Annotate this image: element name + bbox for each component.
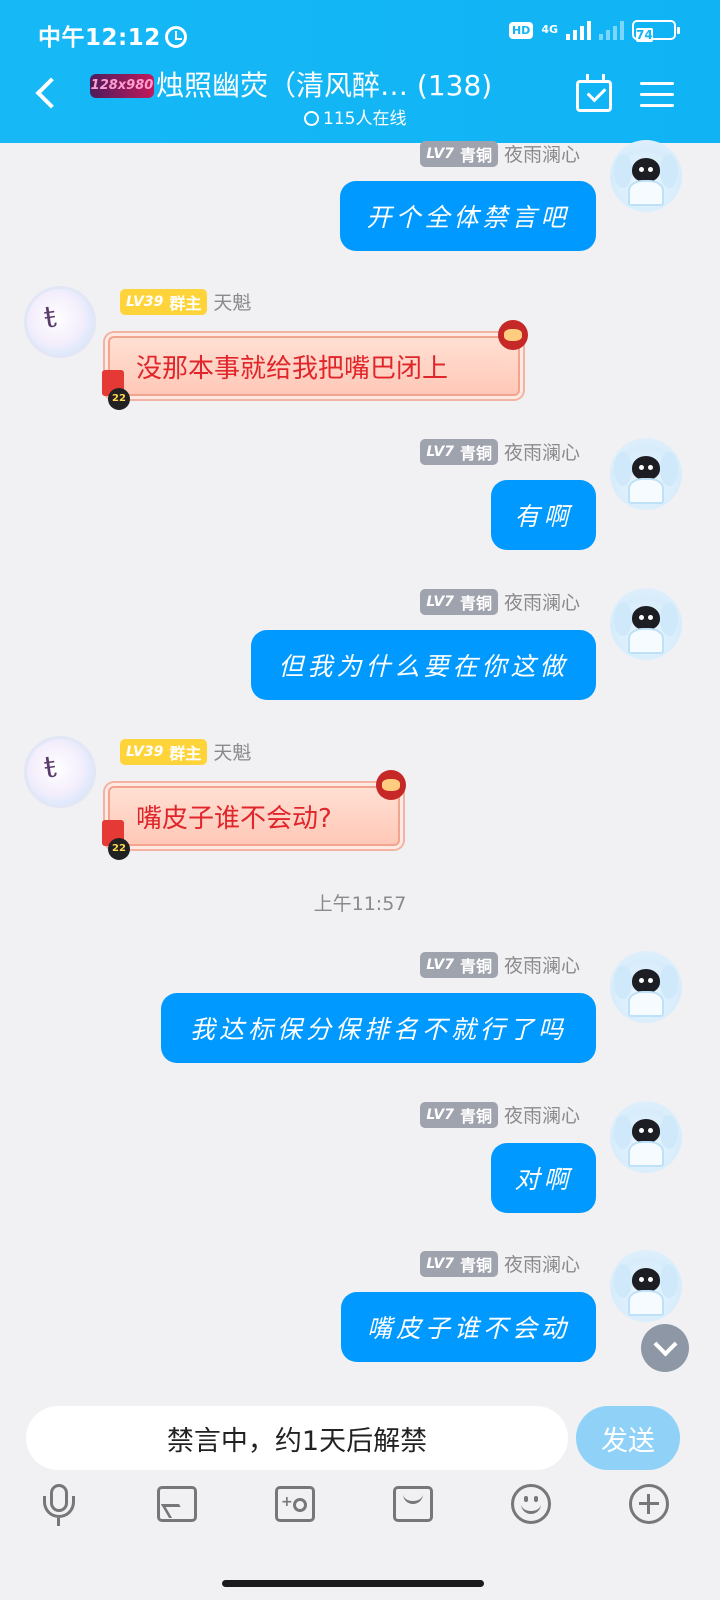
level-badge: LV7 青铜 [420,1101,498,1128]
sender-name: 天魁 [213,742,252,764]
message-bubble[interactable]: 嘴皮子谁不会动 [341,1292,596,1362]
message-bubble[interactable]: 没那本事就给我把嘴巴闭上 [108,336,520,396]
sender-name: 天魁 [213,292,252,314]
group-title[interactable]: 烛照幽荧（清风醉… (138) [156,64,492,104]
sender-name: 夜雨澜心 [503,442,580,464]
chat-header: 中午12:12 HD 4G 74 128x980 烛照幽荧（清风醉… (138)… [0,0,720,143]
online-count: 115人在线 [304,104,406,129]
status-time: 中午12:12 [38,18,187,52]
sender-name: 夜雨澜心 [503,955,580,977]
sender-name: 夜雨澜心 [503,1254,580,1276]
emoji-icon[interactable] [509,1482,553,1526]
avatar[interactable] [610,1250,682,1322]
sender-name: 夜雨澜心 [503,1105,580,1127]
level-badge: LV7 青铜 [420,1250,498,1277]
signal-icon [566,20,591,40]
avatar[interactable] [610,1101,682,1173]
number-deco-icon: 22 [108,838,130,860]
group-badge: 128x980 [90,74,154,98]
message-bubble[interactable]: 但我为什么要在你这做 [251,630,596,700]
avatar[interactable] [610,140,682,212]
status-indicators: HD 4G 74 [508,20,680,42]
calendar-checkin-icon[interactable] [576,74,612,112]
send-button[interactable]: 发送 [576,1406,680,1470]
avatar[interactable]: ŧ [24,286,96,358]
number-deco-icon: 22 [108,388,130,410]
mic-icon[interactable] [37,1482,81,1526]
level-badge: LV7 青铜 [420,140,498,167]
avatar[interactable]: ŧ [24,736,96,808]
level-badge: LV39 群主 [120,738,208,765]
sender-meta: LV7 青铜 夜雨澜心 [420,1250,580,1277]
sender-meta: LV39 群主 天魁 [120,738,251,765]
message-bubble[interactable]: 我达标保分保排名不就行了吗 [161,993,596,1063]
online-icon [304,111,319,126]
battery-icon: 74 [632,20,680,42]
level-badge: LV7 青铜 [420,588,498,615]
sender-meta: LV7 青铜 夜雨澜心 [420,951,580,978]
avatar[interactable] [610,588,682,660]
camera-icon[interactable]: + [273,1482,317,1526]
image-icon[interactable] [155,1482,199,1526]
sender-meta: LV7 青铜 夜雨澜心 [420,140,580,167]
message-bubble[interactable]: 嘴皮子谁不会动? [108,786,400,846]
dragon-deco-icon [376,770,406,800]
level-badge: LV7 青铜 [420,951,498,978]
message-bubble[interactable]: 有啊 [491,480,596,550]
avatar[interactable] [610,438,682,510]
plus-icon[interactable] [627,1482,671,1526]
signal-2-icon [599,20,624,40]
home-indicator[interactable] [222,1580,484,1587]
message-bubble[interactable]: 对啊 [491,1143,596,1213]
muted-input-field[interactable]: 禁言中，约1天后解禁 [26,1406,568,1470]
menu-icon[interactable] [640,80,674,108]
alarm-icon [164,26,187,48]
time-separator: 上午11:57 [313,893,407,915]
network-type: 4G [541,23,558,36]
message-bubble[interactable]: 开个全体禁言吧 [340,181,596,251]
avatar[interactable] [610,951,682,1023]
sender-name: 夜雨澜心 [503,592,580,614]
sender-meta: LV7 青铜 夜雨澜心 [420,438,580,465]
hd-badge: HD [508,21,534,39]
sender-meta: LV7 青铜 夜雨澜心 [420,588,580,615]
sender-meta: LV39 群主 天魁 [120,288,251,315]
sender-meta: LV7 青铜 夜雨澜心 [420,1101,580,1128]
red-packet-icon[interactable] [391,1482,435,1526]
sender-name: 夜雨澜心 [503,144,580,166]
level-badge: LV7 青铜 [420,438,498,465]
back-icon[interactable] [35,77,67,109]
scroll-to-bottom-button[interactable] [641,1324,689,1372]
dragon-deco-icon [498,320,528,350]
level-badge: LV39 群主 [120,288,208,315]
